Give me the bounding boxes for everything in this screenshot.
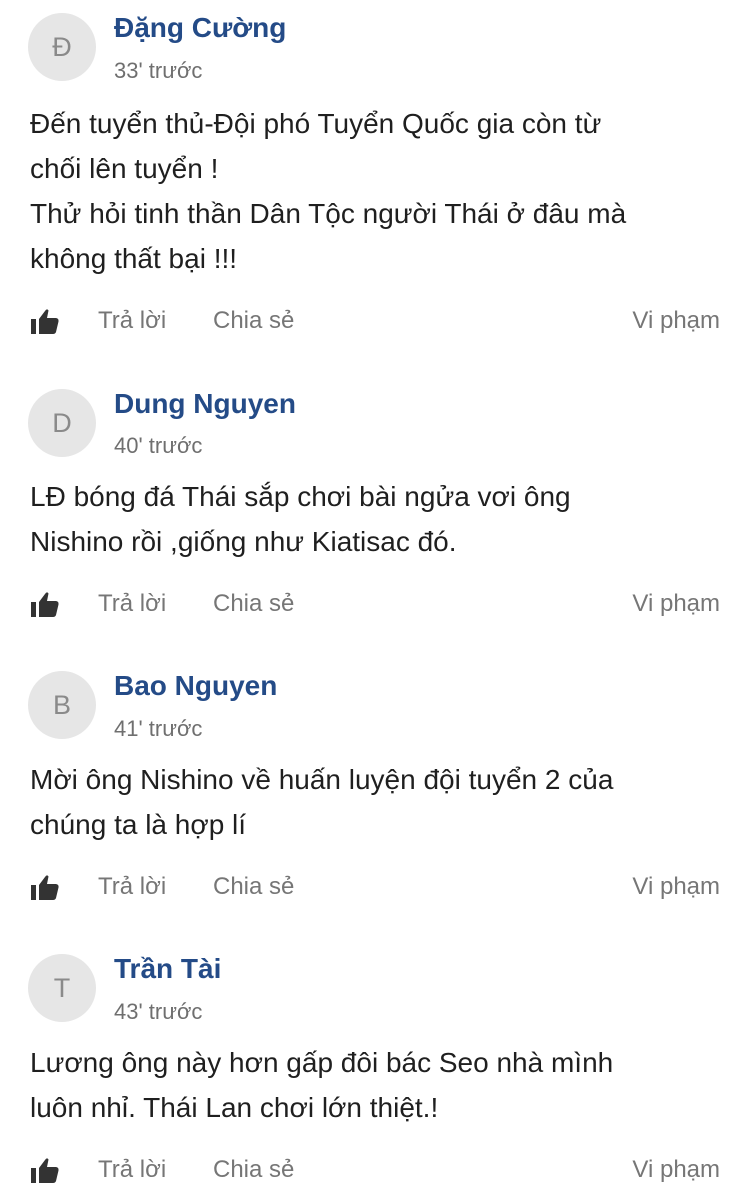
comment-text-line: luôn nhỉ. Thái Lan chơi lớn thiệt.! — [30, 1092, 439, 1123]
comment-time: 40' trước — [114, 433, 203, 458]
thumbs-up-icon[interactable] — [30, 1156, 60, 1184]
reply-button[interactable]: Trả lời — [98, 1152, 166, 1188]
comment-author[interactable]: Đặng Cường — [114, 12, 286, 44]
comment-text: LĐ bóng đá Thái sắp chơi bài ngửa vơi ôn… — [30, 474, 720, 564]
share-button[interactable]: Chia sẻ — [213, 869, 294, 905]
comment-text-line: Lương ông này hơn gấp đôi bác Seo nhà mì… — [30, 1047, 614, 1078]
comment-actions: Trả lời Chia sẻ Vi phạm — [0, 586, 750, 626]
comment-time: 43' trước — [114, 999, 203, 1024]
thumbs-up-icon[interactable] — [30, 873, 60, 901]
comment-author[interactable]: Trần Tài — [114, 953, 221, 985]
comment-text: Mời ông Nishino về huấn luyện đội tuyển … — [30, 757, 720, 847]
reply-button[interactable]: Trả lời — [98, 586, 166, 622]
avatar[interactable]: B — [28, 671, 96, 739]
comment-text-line: LĐ bóng đá Thái sắp chơi bài ngửa vơi ôn… — [30, 481, 571, 512]
reply-button[interactable]: Trả lời — [98, 869, 166, 905]
thumbs-up-icon[interactable] — [30, 307, 60, 335]
report-button[interactable]: Vi phạm — [632, 586, 720, 622]
comment-author[interactable]: Dung Nguyen — [114, 388, 296, 420]
comment-time: 41' trước — [114, 716, 203, 741]
comment-time: 33' trước — [114, 58, 203, 83]
report-button[interactable]: Vi phạm — [632, 1152, 720, 1188]
share-button[interactable]: Chia sẻ — [213, 1152, 294, 1188]
comment-text-line: Thử hỏi tinh thần Dân Tộc người Thái ở đ… — [30, 198, 627, 229]
report-button[interactable]: Vi phạm — [632, 303, 720, 339]
comment-author[interactable]: Bao Nguyen — [114, 670, 277, 702]
comment-actions: Trả lời Chia sẻ Vi phạm — [0, 303, 750, 343]
comment-text-line: chúng ta là hợp lí — [30, 809, 247, 840]
comment-actions: Trả lời Chia sẻ Vi phạm — [0, 869, 750, 909]
avatar[interactable]: T — [28, 954, 96, 1022]
comment-text: Lương ông này hơn gấp đôi bác Seo nhà mì… — [30, 1040, 720, 1130]
avatar[interactable]: Đ — [28, 13, 96, 81]
report-button[interactable]: Vi phạm — [632, 869, 720, 905]
share-button[interactable]: Chia sẻ — [213, 586, 294, 622]
comment-actions: Trả lời Chia sẻ Vi phạm — [0, 1152, 750, 1192]
thumbs-up-icon[interactable] — [30, 590, 60, 618]
comment-text-line: Đến tuyển thủ-Đội phó Tuyển Quốc gia còn… — [30, 108, 602, 139]
share-button[interactable]: Chia sẻ — [213, 303, 294, 339]
comment-text: Đến tuyển thủ-Đội phó Tuyển Quốc gia còn… — [30, 101, 720, 281]
comment-text-line: chối lên tuyển ! — [30, 153, 219, 184]
comment-text-line: Nishino rồi ,giống như Kiatisac đó. — [30, 526, 457, 557]
comment-text-line: Mời ông Nishino về huấn luyện đội tuyển … — [30, 764, 614, 795]
comment-text-line: không thất bại !!! — [30, 243, 238, 274]
reply-button[interactable]: Trả lời — [98, 303, 166, 339]
avatar[interactable]: D — [28, 389, 96, 457]
